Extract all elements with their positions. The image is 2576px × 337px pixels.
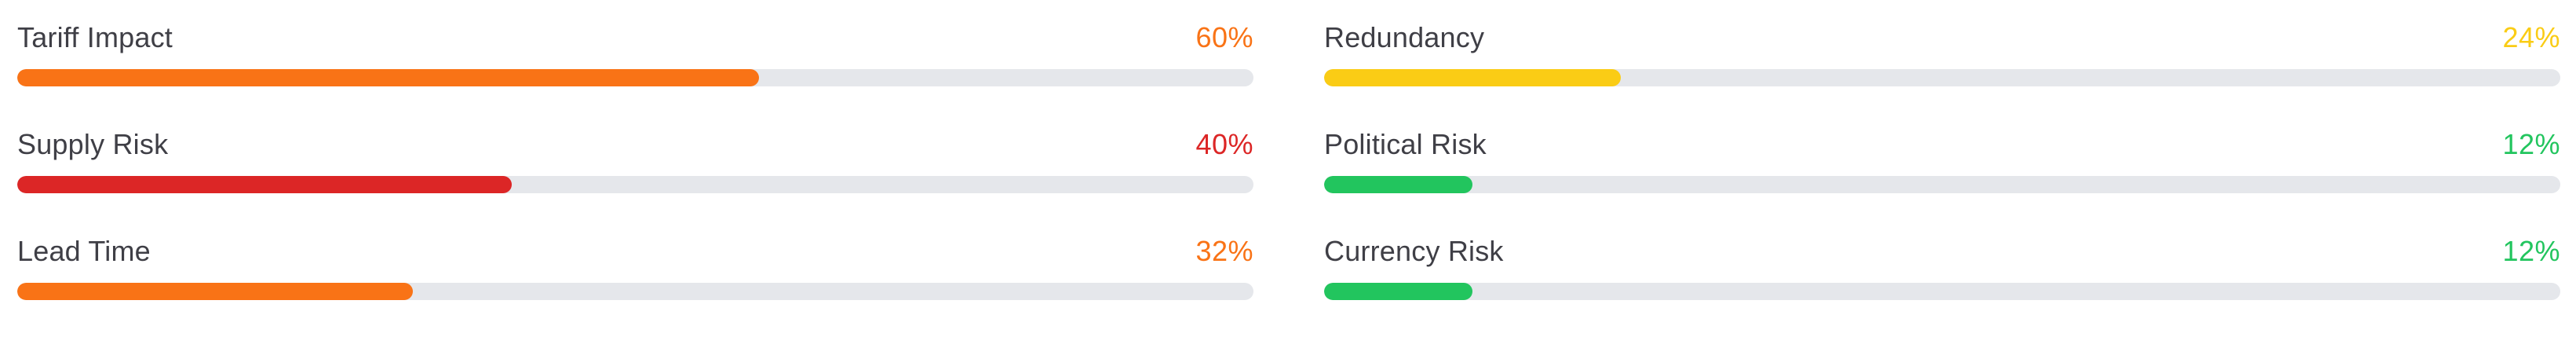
metric-header: Tariff Impact 60% <box>17 17 1253 58</box>
metric-label: Supply Risk <box>17 128 169 160</box>
metric-label: Lead Time <box>17 235 151 267</box>
metric-value: 60% <box>1195 21 1253 53</box>
metric-label: Redundancy <box>1324 21 1485 53</box>
metric-header: Lead Time 32% <box>17 231 1253 272</box>
progress-track <box>17 283 1253 300</box>
metric-value: 12% <box>2502 235 2560 267</box>
metric-value: 32% <box>1195 235 1253 267</box>
metric-label: Currency Risk <box>1324 235 1504 267</box>
metric-value: 12% <box>2502 128 2560 160</box>
metric-redundancy: Redundancy 24% <box>1324 17 2560 93</box>
progress-track <box>1324 69 2560 86</box>
metric-label: Tariff Impact <box>17 21 173 53</box>
progress-fill <box>17 283 413 300</box>
metric-supply-risk: Supply Risk 40% <box>17 124 1253 200</box>
progress-fill <box>17 176 512 193</box>
metric-currency-risk: Currency Risk 12% <box>1324 231 2560 306</box>
progress-fill <box>17 69 759 86</box>
metric-lead-time: Lead Time 32% <box>17 231 1253 306</box>
progress-fill <box>1324 176 1472 193</box>
metric-header: Supply Risk 40% <box>17 124 1253 165</box>
risk-metrics-grid: Tariff Impact 60% Redundancy 24% Supply … <box>17 17 2560 306</box>
metric-header: Currency Risk 12% <box>1324 231 2560 272</box>
progress-fill <box>1324 69 1621 86</box>
progress-track <box>1324 176 2560 193</box>
progress-track <box>17 69 1253 86</box>
metric-value: 24% <box>2502 21 2560 53</box>
progress-track <box>1324 283 2560 300</box>
metric-tariff-impact: Tariff Impact 60% <box>17 17 1253 93</box>
metric-political-risk: Political Risk 12% <box>1324 124 2560 200</box>
metric-value: 40% <box>1195 128 1253 160</box>
metric-header: Redundancy 24% <box>1324 17 2560 58</box>
metric-header: Political Risk 12% <box>1324 124 2560 165</box>
metric-label: Political Risk <box>1324 128 1487 160</box>
progress-track <box>17 176 1253 193</box>
progress-fill <box>1324 283 1472 300</box>
